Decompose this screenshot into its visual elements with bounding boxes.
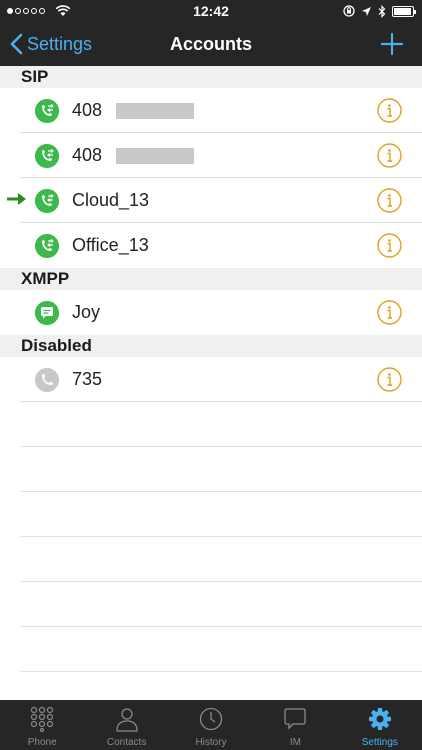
chat-bubble-icon bbox=[284, 708, 307, 730]
tab-label: History bbox=[195, 737, 227, 748]
account-name: 408 bbox=[72, 100, 103, 120]
chevron-left-icon bbox=[10, 33, 23, 55]
chat-bubble-icon bbox=[35, 301, 59, 325]
empty-row bbox=[20, 627, 422, 672]
info-icon[interactable] bbox=[377, 143, 402, 168]
account-row[interactable]: 735 bbox=[20, 357, 422, 402]
person-icon bbox=[115, 708, 138, 732]
section-header-sip: SIP bbox=[0, 66, 422, 88]
masked-text-redaction bbox=[116, 148, 194, 164]
dialpad-icon bbox=[31, 706, 54, 732]
section-header-xmpp: XMPP bbox=[0, 268, 422, 290]
section-header-disabled: Disabled bbox=[0, 335, 422, 357]
tab-label: Contacts bbox=[106, 737, 147, 748]
navigation-bar: Settings Accounts bbox=[0, 22, 422, 66]
info-icon[interactable] bbox=[377, 300, 402, 325]
empty-row bbox=[20, 402, 422, 447]
info-icon[interactable] bbox=[377, 233, 402, 258]
empty-row bbox=[20, 537, 422, 582]
account-row[interactable]: Office_13 bbox=[20, 223, 422, 268]
tab-settings[interactable]: Settings bbox=[338, 700, 422, 750]
add-account-button[interactable] bbox=[378, 30, 406, 58]
status-bar: 12:42 bbox=[0, 0, 422, 22]
account-name: Joy bbox=[72, 302, 101, 322]
account-name: 408 bbox=[72, 145, 103, 165]
empty-row bbox=[20, 582, 422, 627]
status-right bbox=[343, 0, 416, 22]
account-name: 735 bbox=[72, 369, 103, 389]
masked-text-redaction bbox=[116, 103, 194, 119]
info-icon[interactable] bbox=[377, 188, 402, 213]
sip-account-icon bbox=[35, 99, 59, 123]
sip-account-icon bbox=[35, 144, 59, 168]
account-row[interactable]: 408 bbox=[20, 133, 422, 178]
back-button-label: Settings bbox=[27, 33, 93, 54]
bluetooth-icon bbox=[378, 4, 386, 18]
phone-handset-icon bbox=[35, 368, 59, 392]
account-row[interactable]: 408 bbox=[20, 88, 422, 133]
battery-icon bbox=[392, 5, 416, 17]
orientation-lock-icon bbox=[343, 5, 355, 17]
tab-phone[interactable]: Phone bbox=[0, 700, 84, 750]
empty-row bbox=[20, 492, 422, 537]
sip-account-icon bbox=[35, 189, 59, 213]
sip-account-icon bbox=[35, 234, 59, 258]
back-button[interactable]: Settings bbox=[10, 22, 92, 66]
info-icon[interactable] bbox=[377, 98, 402, 123]
accounts-list: SIP 408 408 Cloud_13 Office_13 XMPP Joy … bbox=[0, 66, 422, 700]
tab-label: Settings bbox=[361, 737, 398, 748]
account-name: Office_13 bbox=[72, 235, 149, 255]
tab-history[interactable]: History bbox=[169, 700, 253, 750]
tab-label: IM bbox=[289, 737, 301, 748]
info-icon[interactable] bbox=[377, 367, 402, 392]
account-row[interactable]: Cloud_13 bbox=[7, 178, 422, 223]
clock-icon bbox=[199, 707, 223, 731]
tab-im[interactable]: IM bbox=[253, 700, 337, 750]
tab-bar: Phone Contacts History IM Settings bbox=[0, 700, 422, 750]
tab-label: Phone bbox=[27, 737, 57, 748]
default-account-arrow-icon bbox=[7, 193, 26, 205]
account-row[interactable]: Joy bbox=[20, 290, 422, 335]
empty-row bbox=[20, 447, 422, 492]
tab-contacts[interactable]: Contacts bbox=[84, 700, 168, 750]
gear-icon bbox=[368, 708, 391, 730]
account-name: Cloud_13 bbox=[72, 190, 150, 210]
location-arrow-icon bbox=[362, 6, 371, 16]
